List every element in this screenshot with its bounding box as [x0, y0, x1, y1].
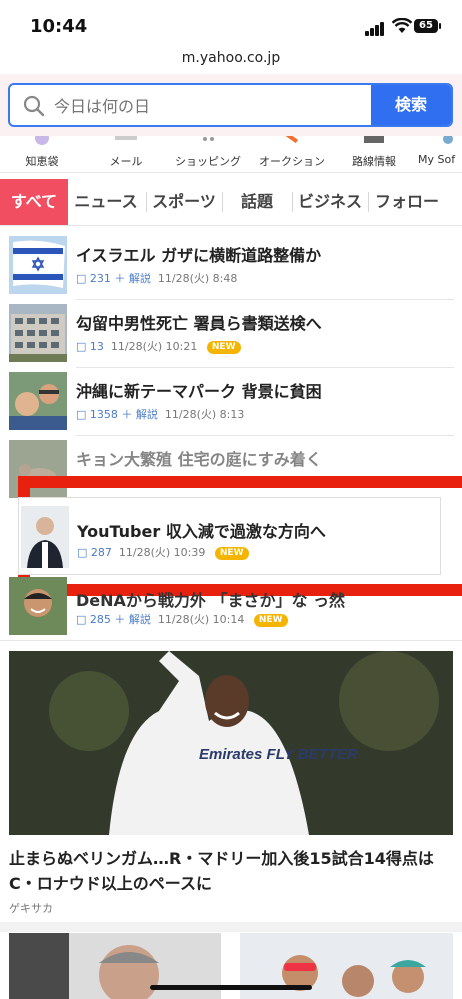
- search-icon: [23, 95, 45, 117]
- news-date: 11/28(火) 10:14: [157, 613, 245, 626]
- battery-icon: 65: [414, 19, 438, 33]
- news-headline: 勾留中男性死亡 署員ら書類送検へ: [76, 314, 322, 333]
- news-meta: □ 13 11/28(火) 10:21 NEW: [76, 338, 241, 354]
- signal-icon: [365, 22, 387, 36]
- news-headline: キョン大繁殖 住宅の庭にすみ着く: [76, 450, 322, 469]
- news-headline: イスラエル ガザに横断道路整備か: [76, 246, 322, 265]
- baseball-player-thumbnail: [9, 577, 67, 635]
- featured-source: ゲキサカ: [9, 902, 53, 915]
- news-meta: □ 1358 ＋ 解説 11/28(火) 8:13: [76, 406, 244, 422]
- news-headline: DeNAから戦力外 「まさか」な っ然: [76, 591, 346, 610]
- search-section: 検索: [0, 74, 462, 136]
- service-label: メール: [109, 155, 143, 168]
- israel-flag-thumbnail: [9, 236, 67, 294]
- tab-business[interactable]: ビジネス: [294, 179, 366, 225]
- search-button[interactable]: 検索: [371, 85, 451, 125]
- news-tabs: すべて ニュース スポーツ 話題 ビジネス フォロー: [0, 179, 462, 226]
- featured-image[interactable]: Emirates FLY BETTER: [9, 651, 453, 835]
- train-icon: [364, 136, 384, 143]
- status-bar: 10:44 65: [0, 0, 462, 50]
- family-thumbnail: [9, 372, 67, 430]
- police-building-thumbnail: [9, 304, 67, 362]
- service-auction[interactable]: オークション: [254, 136, 330, 172]
- news-item-highlighted[interactable]: YouTuber 収入減で過激な方向へ □ 287 11/28(火) 10:39…: [18, 497, 441, 575]
- new-badge: NEW: [253, 614, 288, 627]
- home-indicator[interactable]: [150, 985, 312, 990]
- new-badge: NEW: [214, 547, 249, 560]
- comment-icon[interactable]: □: [76, 272, 86, 285]
- tab-divider: [292, 192, 293, 212]
- tab-sports[interactable]: スポーツ: [148, 179, 220, 225]
- news-item[interactable]: イスラエル ガザに横断道路整備か □ 231 ＋ 解説 11/28(火) 8:4…: [0, 232, 462, 300]
- battery-level: 65: [419, 20, 433, 31]
- news-meta: □ 231 ＋ 解説 11/28(火) 8:48: [76, 270, 237, 286]
- service-shopping[interactable]: ショッピング: [170, 136, 246, 172]
- new-badge: NEW: [206, 341, 241, 354]
- url-bar[interactable]: m.yahoo.co.jp: [0, 50, 462, 74]
- tab-follow[interactable]: フォロー: [370, 179, 444, 225]
- service-label: オークション: [259, 155, 325, 168]
- battery-cap: [439, 23, 441, 29]
- news-date: 11/28(火) 8:13: [164, 408, 245, 421]
- service-chiebukuro[interactable]: 知恵袋: [14, 136, 70, 172]
- service-label: My Sof: [418, 153, 456, 166]
- tab-topics[interactable]: 話題: [222, 179, 292, 225]
- news-item[interactable]: DeNAから戦力外 「まさか」な っ然 □ 285 ＋ 解説 11/28(火) …: [0, 573, 462, 641]
- news-item[interactable]: 勾留中男性死亡 署員ら書類送検へ □ 13 11/28(火) 10:21 NEW: [0, 300, 462, 368]
- tab-news[interactable]: ニュース: [70, 179, 142, 225]
- service-mysoftbank[interactable]: My Sof: [418, 136, 462, 172]
- service-mail[interactable]: メール: [98, 136, 154, 172]
- news-item[interactable]: 沖縄に新テーマパーク 背景に貧困 □ 1358 ＋ 解説 11/28(火) 8:…: [0, 368, 462, 436]
- service-label: 路線情報: [352, 155, 396, 168]
- divider: [0, 640, 462, 641]
- featured-title[interactable]: 止まらぬベリンガム…R・マドリー加入後15試合14得点はC・ロナウド以上のペース…: [9, 846, 453, 896]
- comment-count[interactable]: 1358: [90, 408, 118, 421]
- jersey-text: Emirates FLY BETTER: [199, 746, 358, 763]
- comment-icon[interactable]: □: [76, 340, 86, 353]
- commentary-link[interactable]: ＋ 解説: [114, 272, 151, 285]
- comment-count[interactable]: 287: [91, 546, 112, 559]
- news-headline: YouTuber 収入減で過激な方向へ: [77, 522, 326, 541]
- section-divider: [0, 922, 462, 932]
- comment-icon[interactable]: □: [76, 408, 86, 421]
- comment-count[interactable]: 285: [90, 613, 111, 626]
- search-input[interactable]: [52, 85, 376, 125]
- commentary-link[interactable]: ＋ 解説: [121, 408, 158, 421]
- news-meta: □ 287 11/28(火) 10:39 NEW: [77, 544, 249, 560]
- wifi-icon: [392, 18, 412, 33]
- youtuber-thumbnail: [21, 506, 69, 568]
- service-shortcuts: 知恵袋 メール ショッピング オークション 路線情報 My Sof: [0, 136, 462, 173]
- news-meta: □ 285 ＋ 解説 11/28(火) 10:14 NEW: [76, 611, 288, 627]
- news-date: 11/28(火) 10:39: [118, 546, 206, 559]
- tab-divider: [368, 192, 369, 212]
- search-box: 検索: [8, 83, 453, 127]
- auction-hammer-icon: [285, 136, 299, 144]
- news-headline: 沖縄に新テーマパーク 背景に貧困: [76, 382, 322, 401]
- service-label: ショッピング: [175, 155, 241, 168]
- service-transit[interactable]: 路線情報: [346, 136, 402, 172]
- status-time: 10:44: [30, 16, 88, 37]
- tab-divider: [146, 192, 147, 212]
- comment-count[interactable]: 231: [90, 272, 111, 285]
- chiebukuro-icon: [35, 136, 49, 145]
- commentary-link[interactable]: ＋ 解説: [114, 613, 151, 626]
- comment-icon[interactable]: □: [77, 546, 87, 559]
- mail-icon: [115, 136, 137, 140]
- news-date: 11/28(火) 10:21: [110, 340, 198, 353]
- tab-all[interactable]: すべて: [0, 179, 68, 225]
- news-date: 11/28(火) 8:48: [157, 272, 238, 285]
- comment-count[interactable]: 13: [90, 340, 104, 353]
- comment-icon[interactable]: □: [76, 613, 86, 626]
- mysoftbank-icon: [443, 136, 453, 144]
- service-label: 知恵袋: [25, 155, 59, 168]
- shopping-cart-icon: [203, 137, 214, 141]
